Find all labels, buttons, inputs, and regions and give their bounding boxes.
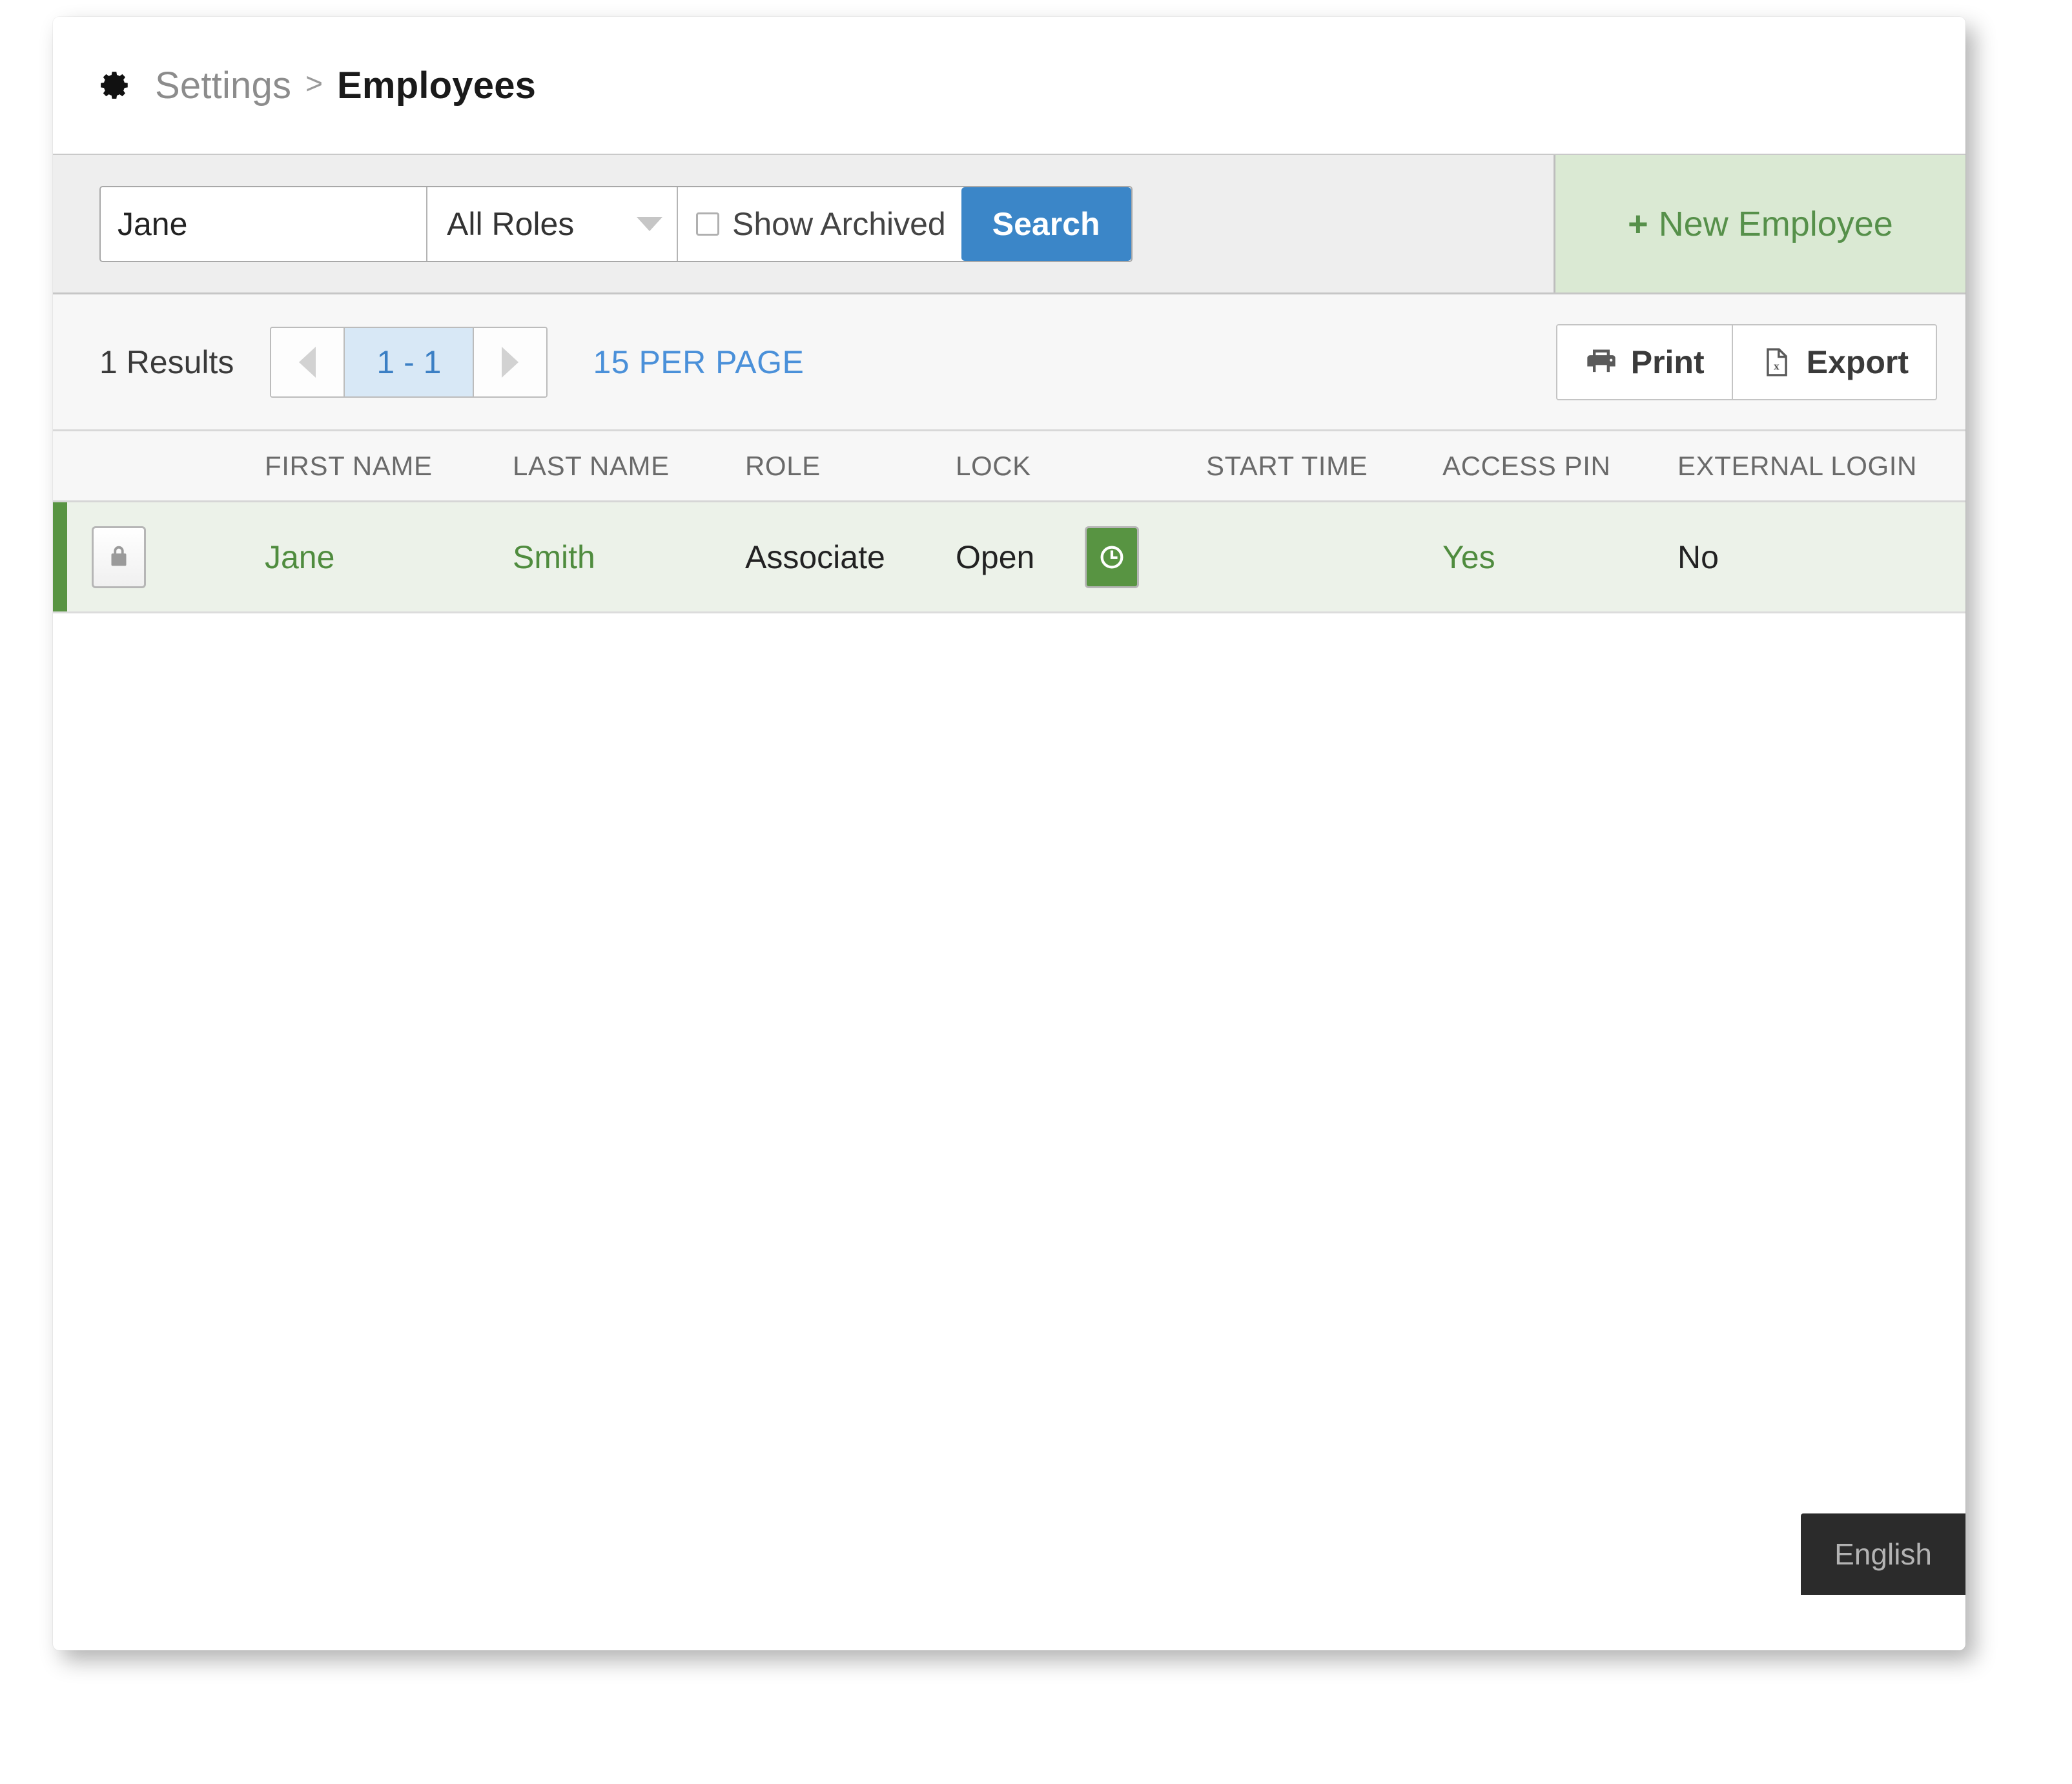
pagination-controls: 1 - 1 [270,326,548,398]
breadcrumb-separator: > [305,67,323,100]
cell-access-pin: Yes [1442,538,1495,575]
svg-text:x: x [1774,360,1780,372]
plus-icon: + [1628,204,1648,243]
search-controls: All Roles Show Archived Search [53,155,1554,292]
pagination-toolbar: 1 Results 1 - 1 15 PER PAGE Print x Expo… [53,294,1965,431]
table-actions: Print x Export [1555,323,1937,400]
printer-icon [1585,345,1618,379]
cell-first-name[interactable]: Jane [265,538,334,576]
chevron-right-icon [502,346,519,378]
export-button[interactable]: x Export [1731,325,1936,399]
cell-role: Associate [745,538,885,575]
language-badge[interactable]: English [1801,1513,1965,1595]
table-row[interactable]: Jane Smith Associate Open Yes No [53,502,1965,613]
lock-toggle-button[interactable] [92,526,146,588]
app-window: Settings > Employees All Roles Show Arch… [53,17,1965,1650]
print-button[interactable]: Print [1557,325,1732,399]
column-header-first-name[interactable]: FIRST NAME [265,451,433,482]
column-header-last-name[interactable]: LAST NAME [513,451,670,482]
current-page-range[interactable]: 1 - 1 [344,327,475,396]
new-employee-label: New Employee [1658,204,1893,243]
column-header-external-login[interactable]: EXTERNAL LOGIN [1677,451,1917,482]
table-empty-area: English [53,613,1965,1595]
page-title: Employees [337,64,537,107]
excel-file-icon: x [1760,345,1794,379]
results-count: 1 Results [99,343,234,380]
cell-last-name[interactable]: Smith [513,538,595,576]
next-page-button[interactable] [474,327,547,396]
chevron-left-icon [299,346,316,378]
column-header-role[interactable]: ROLE [745,451,821,482]
export-label: Export [1806,343,1909,380]
clock-icon [1100,546,1123,568]
chevron-down-icon [637,216,662,231]
new-employee-button[interactable]: + New Employee [1554,155,1965,292]
padlock-icon [111,546,127,566]
show-archived-label: Show Archived [732,205,946,242]
print-label: Print [1630,343,1705,380]
breadcrumb: Settings > Employees [53,17,1965,154]
search-toolbar: All Roles Show Archived Search + New Emp… [53,154,1965,294]
per-page-link[interactable]: 15 PER PAGE [593,343,804,381]
column-header-lock[interactable]: LOCK [956,451,1031,482]
column-header-start-time[interactable]: START TIME [1206,451,1368,482]
start-time-button[interactable] [1085,526,1139,588]
table-header-row: FIRST NAME LAST NAME ROLE LOCK START TIM… [53,431,1965,502]
prev-page-button[interactable] [271,327,344,396]
show-archived-checkbox[interactable] [696,212,719,236]
column-header-access-pin[interactable]: ACCESS PIN [1442,451,1610,482]
cell-external-login: No [1677,538,1719,575]
show-archived-group[interactable]: Show Archived [677,187,963,261]
gear-icon[interactable] [99,69,132,101]
role-filter-label: All Roles [447,205,575,242]
search-field-group: All Roles Show Archived Search [99,185,1133,262]
cell-lock-status: Open [956,538,1035,575]
search-button[interactable]: Search [961,187,1131,261]
row-accent-bar [53,502,67,611]
search-input[interactable] [101,187,426,261]
role-filter-select[interactable]: All Roles [426,187,677,261]
breadcrumb-parent[interactable]: Settings [155,64,291,107]
